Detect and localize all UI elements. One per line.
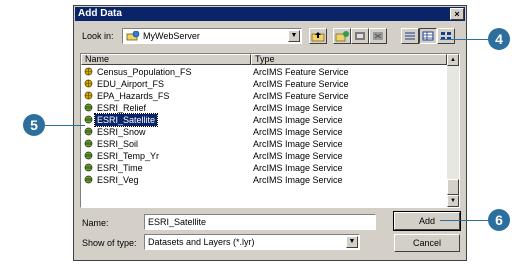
list-item[interactable]: ESRI_Temp_Yr ArcIMS Image Service [81,150,447,162]
image-service-icon [84,115,93,124]
callout-6: 6 [488,209,510,231]
name-input[interactable]: ESRI_Satellite [144,214,376,230]
name-label: Name: [82,218,109,228]
column-header-type[interactable]: Type [251,54,447,65]
list-item-selected[interactable]: ESRI_Satellite ArcIMS Image Service [81,113,447,127]
show-type-label: Show of type: [82,238,137,248]
callout-4-leader [440,39,488,40]
look-in-dropdown[interactable]: MyWebServer ▼ [122,28,302,44]
scroll-up-icon[interactable]: ▲ [447,54,459,66]
column-header-name[interactable]: Name [81,54,251,65]
list-item[interactable]: ESRI_Relief ArcIMS Image Service [81,102,447,114]
dialog-title: Add Data [78,8,122,19]
delete-icon[interactable] [369,28,387,44]
vertical-scrollbar[interactable]: ▲ ▼ [447,54,459,207]
list-item[interactable]: ESRI_Time ArcIMS Image Service [81,162,447,174]
list-item[interactable]: Census_Population_FS ArcIMS Feature Serv… [81,66,447,78]
close-button[interactable]: × [450,8,464,20]
list-view-icon[interactable] [401,28,419,44]
feature-service-icon [84,79,93,88]
callout-5-leader [45,125,85,126]
list-item[interactable]: EDU_Airport_FS ArcIMS Feature Service [81,78,447,90]
image-service-icon [84,163,93,172]
list-item[interactable]: ESRI_Soil ArcIMS Image Service [81,138,447,150]
add-button[interactable]: Add [393,211,461,231]
chevron-down-icon[interactable]: ▼ [346,236,358,248]
image-service-icon [84,139,93,148]
scrollbar-thumb[interactable] [447,179,459,195]
list-item[interactable]: ESRI_Veg ArcIMS Image Service [81,174,447,186]
list-item[interactable]: EPA_Hazards_FS ArcIMS Feature Service [81,90,447,102]
look-in-label: Look in: [82,31,114,41]
image-service-icon [84,151,93,160]
details-view-icon[interactable] [419,28,437,44]
feature-service-icon [84,91,93,100]
web-server-icon [126,31,140,41]
list-item[interactable]: ESRI_Snow ArcIMS Image Service [81,126,447,138]
image-service-icon [84,175,93,184]
scroll-down-icon[interactable]: ▼ [447,195,459,207]
look-in-value: MyWebServer [143,31,200,41]
add-data-dialog: Add Data × Look in: MyWebServer ▼ Name T… [73,5,467,261]
connect-server-icon[interactable] [333,28,351,44]
callout-5: 5 [23,114,45,136]
callout-6-leader [440,220,488,221]
chevron-down-icon[interactable]: ▼ [288,30,300,42]
image-service-icon [84,127,93,136]
image-service-icon [84,103,93,112]
show-type-value: Datasets and Layers (*.lyr) [148,237,255,247]
callout-4: 4 [488,28,510,50]
cancel-button[interactable]: Cancel [394,234,460,252]
toc-icon[interactable] [351,28,369,44]
file-list[interactable]: Name Type Census_Population_FS ArcIMS Fe… [80,53,460,208]
title-bar: Add Data × [75,7,465,21]
thumbnail-view-icon[interactable] [437,28,455,44]
feature-service-icon [84,67,93,76]
show-type-dropdown[interactable]: Datasets and Layers (*.lyr) ▼ [144,234,360,250]
toolbar [309,28,459,44]
folder-up-icon[interactable] [309,28,327,44]
